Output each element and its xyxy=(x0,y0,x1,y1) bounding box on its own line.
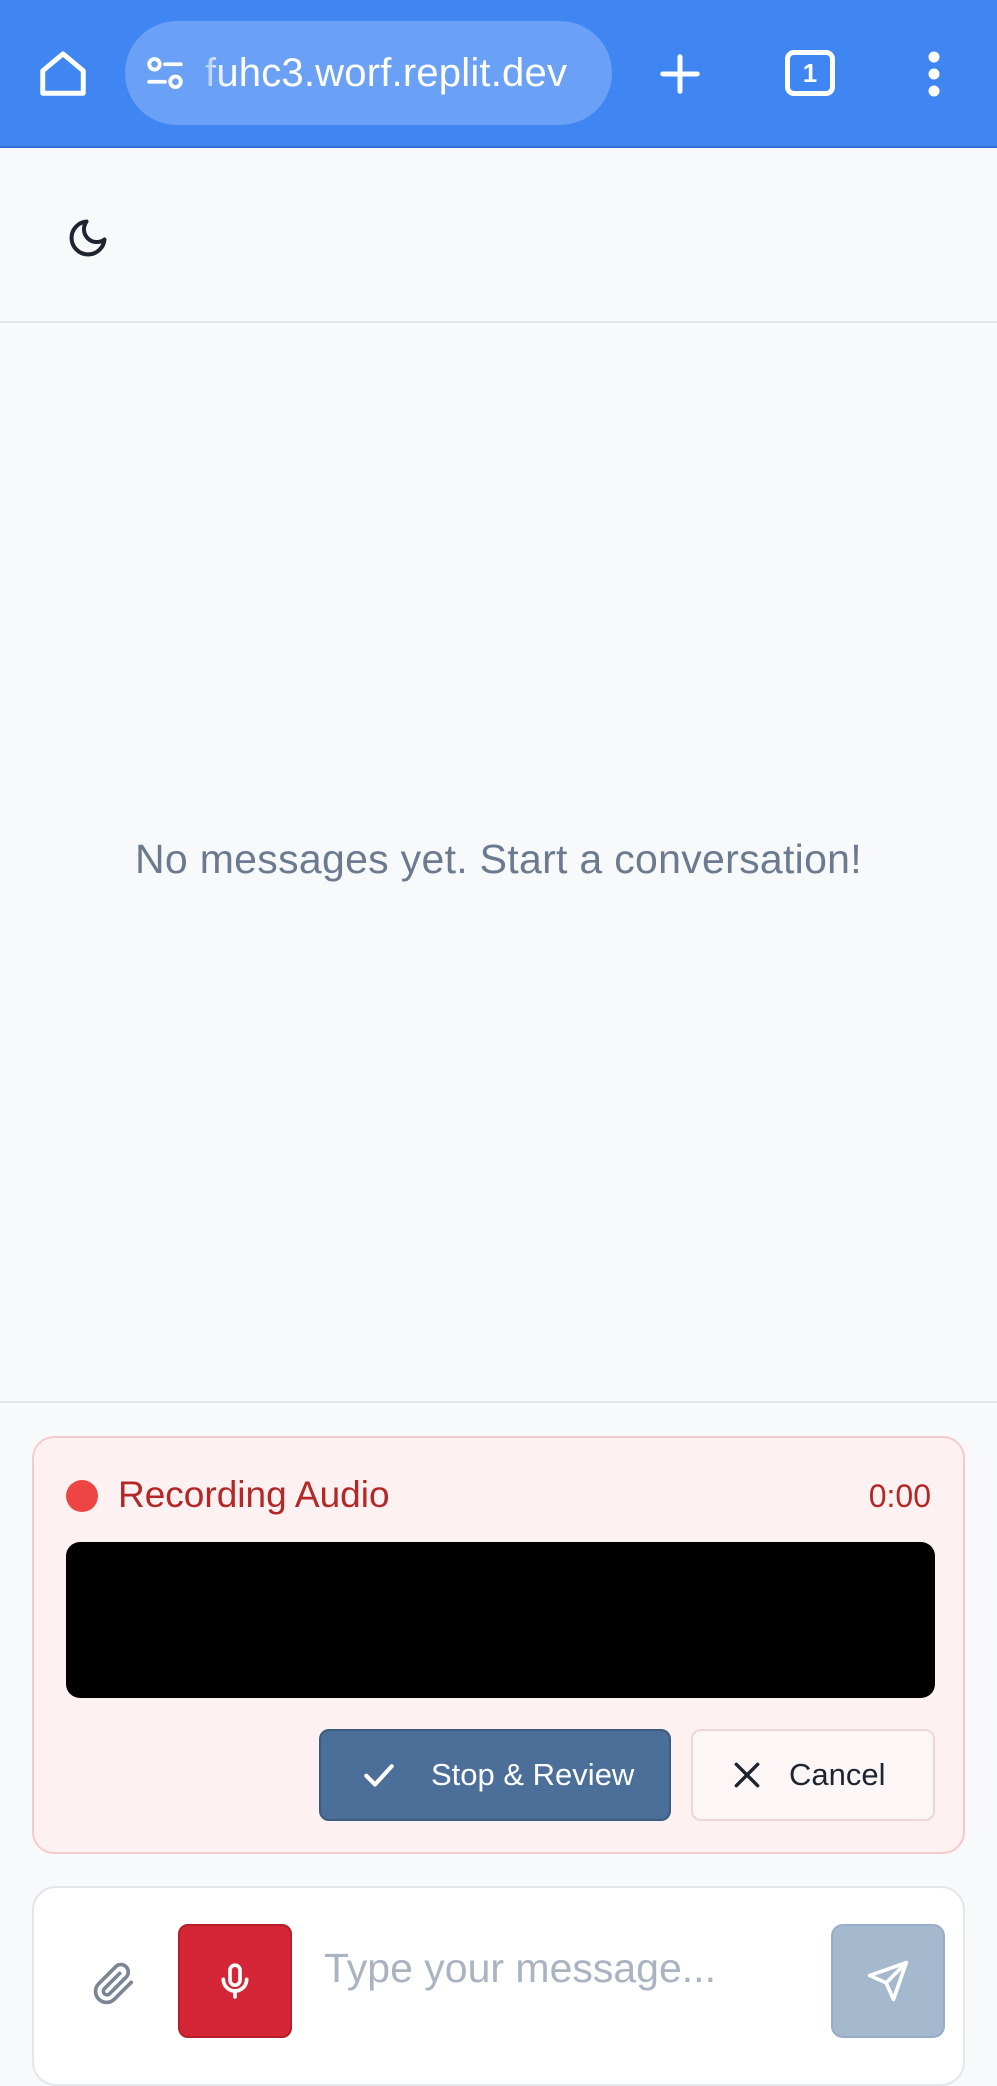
close-icon xyxy=(725,1759,769,1791)
check-icon xyxy=(351,1756,407,1794)
microphone-icon[interactable] xyxy=(178,1924,292,2038)
recording-timer: 0:00 xyxy=(868,1478,931,1514)
address-bar[interactable]: fuhc3.worf.replit.dev xyxy=(125,21,612,125)
home-icon[interactable] xyxy=(32,40,94,106)
more-menu-icon[interactable] xyxy=(912,46,956,102)
recording-panel: Recording Audio 0:00 Stop & Review Cance… xyxy=(32,1436,965,1854)
browser-toolbar: fuhc3.worf.replit.dev 1 xyxy=(0,0,997,148)
stop-review-label: Stop & Review xyxy=(431,1757,635,1792)
empty-state-text: No messages yet. Start a conversation! xyxy=(135,835,862,882)
audio-waveform xyxy=(66,1542,935,1698)
new-tab-icon[interactable] xyxy=(652,46,708,102)
url-text[interactable]: fuhc3.worf.replit.dev xyxy=(205,51,567,96)
app-header xyxy=(0,150,997,323)
cancel-label: Cancel xyxy=(789,1757,886,1792)
recording-indicator-dot xyxy=(66,1480,98,1512)
stop-review-button[interactable]: Stop & Review xyxy=(319,1729,671,1821)
message-input[interactable] xyxy=(324,1928,824,2008)
message-composer xyxy=(32,1886,965,2086)
tab-switcher-icon[interactable]: 1 xyxy=(785,50,835,96)
send-icon[interactable] xyxy=(831,1924,945,2038)
moon-icon[interactable] xyxy=(58,208,118,268)
recording-title: Recording Audio xyxy=(118,1474,390,1515)
site-settings-icon[interactable] xyxy=(125,21,205,125)
message-list: No messages yet. Start a conversation! xyxy=(0,323,997,1403)
cancel-button[interactable]: Cancel xyxy=(691,1729,935,1821)
paperclip-icon[interactable] xyxy=(84,1954,144,2014)
